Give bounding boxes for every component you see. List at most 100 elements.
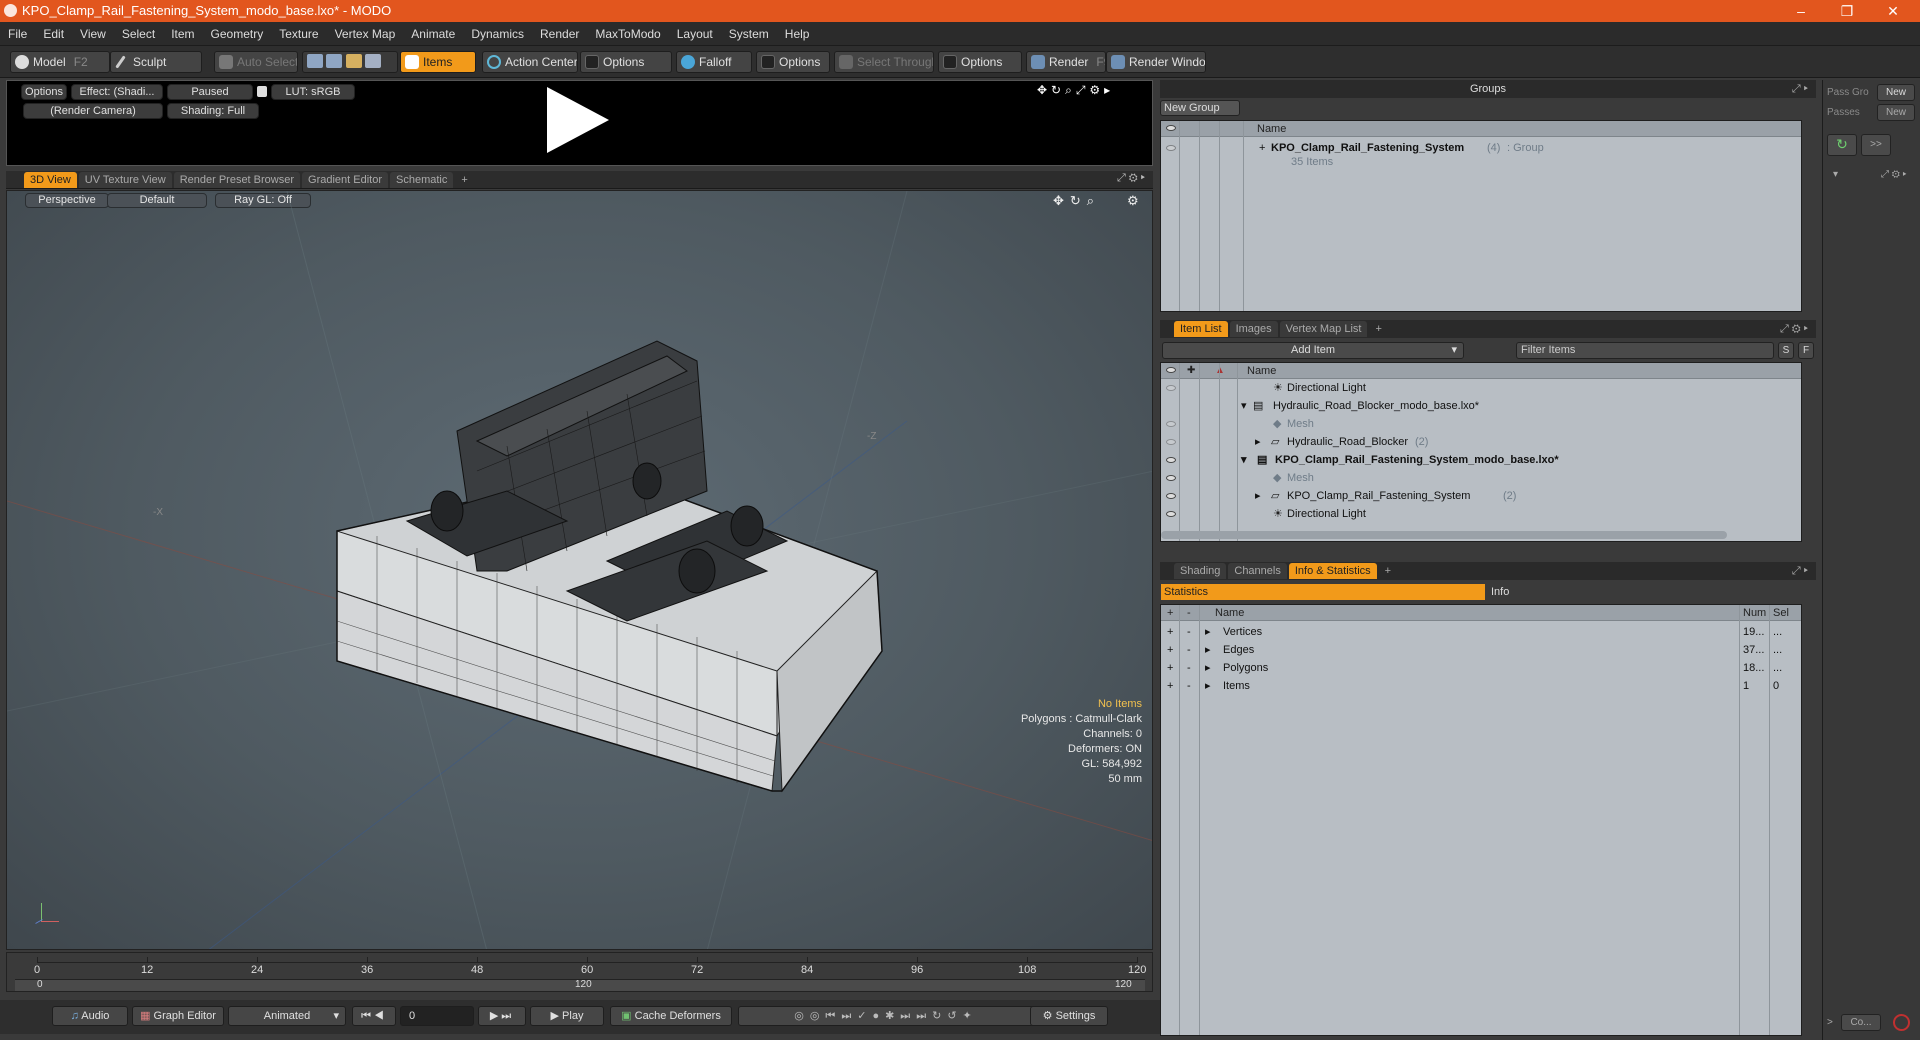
s-toggle-button[interactable]: S [1778, 342, 1794, 359]
refresh-icon[interactable]: ↻ [1827, 134, 1857, 156]
menu-view[interactable]: View [72, 22, 114, 46]
falloff-button[interactable]: Falloff [676, 51, 752, 73]
tab-shading[interactable]: Shading [1174, 563, 1227, 579]
tab-gradient-editor[interactable]: Gradient Editor [302, 172, 388, 188]
menu-layout[interactable]: Layout [669, 22, 721, 46]
graph-editor-button[interactable]: ▦ Graph Editor [132, 1006, 224, 1026]
timeline-range-bar[interactable]: 0 120 120 [15, 979, 1145, 991]
add-tab-button[interactable]: + [1379, 563, 1397, 579]
vertex-mode-icon[interactable] [307, 54, 323, 68]
material-mode-icon[interactable] [365, 54, 382, 68]
add-icon[interactable]: + [1167, 605, 1173, 621]
expand-icon[interactable]: ▸ [1205, 623, 1211, 641]
groups-expand-icon[interactable]: ⤢ ▸ [1792, 80, 1808, 98]
list-item[interactable]: ▸ ▱ Hydraulic_Road_Blocker (2) [1161, 433, 1791, 451]
go-to-end-buttons[interactable]: ▶⏭ [478, 1006, 526, 1026]
tab-images[interactable]: Images [1229, 321, 1278, 337]
menu-dynamics[interactable]: Dynamics [463, 22, 532, 46]
menu-texture[interactable]: Texture [271, 22, 326, 46]
viewport-tab-icons[interactable]: ⤢ ⚙ ▸ [1117, 172, 1145, 185]
menu-geometry[interactable]: Geometry [203, 22, 272, 46]
expand-icon[interactable]: ▸ [1205, 659, 1211, 677]
viewport-3d[interactable]: Perspective Default Ray GL: Off ✥↻⌕ ⚙ -X… [6, 190, 1153, 950]
expand-icon[interactable]: ▸ [1205, 677, 1211, 695]
visibility-column-icon[interactable] [1166, 125, 1176, 131]
add-tab-button[interactable]: + [1369, 321, 1387, 337]
eye-icon[interactable] [1166, 475, 1176, 481]
shading-dropdown[interactable]: Shading: Full [167, 103, 259, 119]
render-window-button[interactable]: Render Window [1106, 51, 1206, 73]
lock-column-icon[interactable]: ✚ [1187, 363, 1195, 379]
menu-vertex-map[interactable]: Vertex Map [327, 22, 404, 46]
menu-maxtomodo[interactable]: MaxToModo [587, 22, 668, 46]
effect-dropdown[interactable]: Effect: (Shadi... [71, 84, 163, 100]
menu-item[interactable]: Item [163, 22, 202, 46]
expand-icon[interactable]: + [1259, 139, 1265, 157]
list-item[interactable]: ▾ ▤ Hydraulic_Road_Blocker_modo_base.lxo… [1161, 397, 1791, 415]
tab-channels[interactable]: Channels [1228, 563, 1287, 579]
menu-file[interactable]: File [0, 22, 35, 46]
visibility-column-icon[interactable] [1166, 367, 1176, 373]
expand-icon[interactable]: ▸ [1205, 641, 1211, 659]
menu-system[interactable]: System [721, 22, 777, 46]
new-pass-group-button[interactable]: New [1877, 84, 1915, 101]
record-icon[interactable] [1893, 1014, 1910, 1031]
maximize-button[interactable]: ❐ [1824, 0, 1870, 22]
lut-dropdown[interactable]: LUT: sRGB [271, 84, 355, 100]
edge-mode-icon[interactable] [326, 54, 343, 68]
audio-button[interactable]: ♫ Audio [52, 1006, 128, 1026]
table-row[interactable]: + - ▸ Edges 37... ... [1161, 641, 1791, 659]
lock-icon[interactable] [257, 86, 267, 97]
horizontal-scrollbar[interactable] [1161, 531, 1727, 539]
action-center-button[interactable]: Action Center [482, 51, 578, 73]
add-icon[interactable]: + [1167, 623, 1173, 641]
go-to-start-buttons[interactable]: ⏮◀ [352, 1006, 396, 1026]
settings-button[interactable]: ⚙ Settings [1030, 1006, 1108, 1026]
preview-options-button[interactable]: Options [21, 84, 67, 100]
minimize-button[interactable]: – [1778, 0, 1824, 22]
list-item[interactable]: ▾ ▤ KPO_Clamp_Rail_Fastening_System_modo… [1161, 451, 1791, 469]
table-row[interactable]: + - ▸ Vertices 19... ... [1161, 623, 1791, 641]
polygon-mode-icon[interactable] [345, 54, 362, 68]
list-item[interactable]: ☀ Directional Light [1161, 505, 1791, 523]
items-mode-button[interactable]: Items [400, 51, 476, 73]
cache-deformers-button[interactable]: ▣ Cache Deformers [610, 1006, 732, 1026]
item-list-expand-icon[interactable]: ⤢ ⚙ ▸ [1780, 320, 1808, 338]
falloff-options-button[interactable]: Options [756, 51, 830, 73]
model-mode-button[interactable]: Model F2 [10, 51, 110, 73]
add-icon[interactable]: + [1167, 677, 1173, 695]
tab-3d-view[interactable]: 3D View [24, 172, 77, 188]
key-tools-group[interactable]: ◎◎⏮⏭✓●✱⏭⏭↻↺✦ [738, 1006, 1034, 1026]
expand-icon[interactable]: ▸ [1255, 487, 1261, 505]
action-center-options-button[interactable]: Options [580, 51, 672, 73]
list-item[interactable]: ▸ ▱ KPO_Clamp_Rail_Fastening_System (2) [1161, 487, 1791, 505]
eye-icon[interactable] [1166, 145, 1176, 151]
list-item[interactable]: ☀ Directional Light [1161, 379, 1791, 397]
select-through-options-button[interactable]: Options [938, 51, 1022, 73]
table-row[interactable]: + - ▸ Polygons 18... ... [1161, 659, 1791, 677]
menu-edit[interactable]: Edit [35, 22, 72, 46]
tab-render-preset-browser[interactable]: Render Preset Browser [173, 172, 301, 188]
play-button[interactable]: ▶ Play [530, 1006, 604, 1026]
statistics-subtab[interactable]: Statistics [1161, 584, 1485, 600]
remove-icon[interactable]: - [1187, 605, 1191, 621]
menu-help[interactable]: Help [777, 22, 818, 46]
tab-item-list[interactable]: Item List [1174, 321, 1228, 337]
more-button[interactable]: >> [1861, 134, 1891, 156]
filter-items-input[interactable]: Filter Items [1516, 342, 1774, 359]
tab-vertex-map-list[interactable]: Vertex Map List [1279, 321, 1368, 337]
menu-render[interactable]: Render [532, 22, 587, 46]
auto-select-button[interactable]: Auto Select [214, 51, 298, 73]
add-tab-button[interactable]: + [455, 172, 473, 188]
strip-dropdown-icon[interactable]: ▾ [1833, 166, 1838, 183]
tab-info-statistics[interactable]: Info & Statistics [1288, 563, 1377, 579]
add-icon[interactable]: + [1167, 641, 1173, 659]
remove-icon[interactable]: - [1187, 641, 1191, 659]
eye-icon[interactable] [1166, 493, 1176, 499]
current-frame-field[interactable]: 0 [400, 1006, 474, 1026]
eye-icon[interactable] [1166, 457, 1176, 463]
menu-animate[interactable]: Animate [403, 22, 463, 46]
render-camera-dropdown[interactable]: (Render Camera) [23, 103, 163, 119]
add-item-dropdown[interactable]: Add Item ▾ [1162, 342, 1464, 359]
eye-icon[interactable] [1166, 421, 1176, 427]
